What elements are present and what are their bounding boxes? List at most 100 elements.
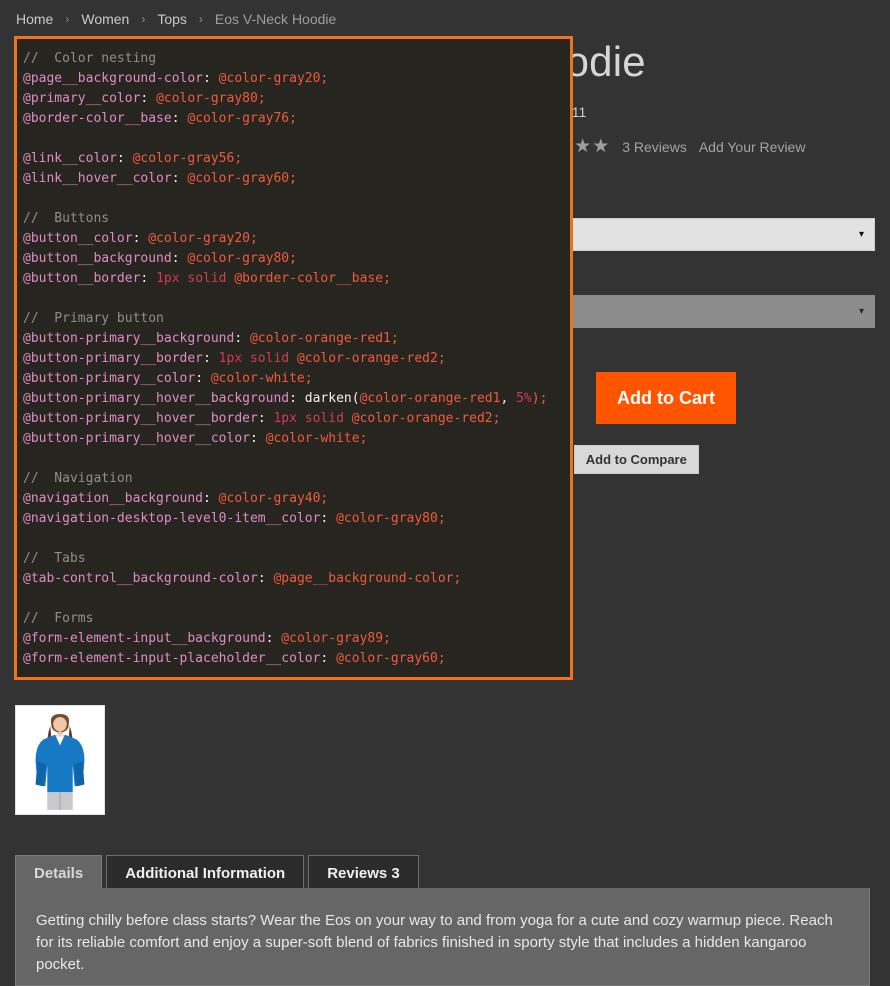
- tab-additional-information[interactable]: Additional Information: [106, 855, 305, 891]
- code-line: @button-primary__border: 1px solid @colo…: [23, 349, 570, 369]
- code-token: ;: [257, 91, 266, 106]
- code-token: @form-element-input__background: [23, 631, 266, 646]
- code-token: ;: [320, 491, 329, 506]
- code-token: @button-primary__hover__color: [23, 431, 250, 446]
- code-token: ;: [437, 351, 446, 366]
- code-token: Buttons: [46, 211, 110, 226]
- add-to-cart-button[interactable]: Add to Cart: [596, 372, 736, 424]
- code-token: ;: [304, 371, 313, 386]
- code-token: :: [320, 511, 337, 526]
- code-token: @page__background-color: [23, 71, 204, 86]
- code-token: @color-gray80: [336, 511, 438, 526]
- details-paragraph: Getting chilly before class starts? Wear…: [36, 912, 833, 973]
- breadcrumb-item-women[interactable]: Women: [79, 10, 131, 28]
- code-token: @navigation__background: [23, 491, 204, 506]
- code-token: @color-gray56: [132, 151, 235, 166]
- code-line: @tab-control__background-color: @page__b…: [23, 569, 570, 589]
- code-token: @navigation-desktop-level0-item__color: [23, 511, 321, 526]
- code-token: @color-gray80: [187, 251, 290, 266]
- code-line: @link__color: @color-gray56;: [23, 149, 570, 169]
- code-token: :: [203, 351, 219, 366]
- code-token: @button-primary__border: [23, 351, 204, 366]
- code-token: @button__color: [23, 231, 133, 246]
- code-token: (: [351, 391, 360, 406]
- code-token: @color-gray89: [281, 631, 384, 646]
- code-line: // Forms: [23, 609, 570, 629]
- code-token: //: [23, 311, 47, 326]
- code-line: @page__background-color: @color-gray20;: [23, 69, 570, 89]
- code-token: :: [289, 391, 305, 406]
- code-token: @color-white: [265, 431, 360, 446]
- code-token: ;: [249, 231, 258, 246]
- product-thumbnail[interactable]: [15, 705, 105, 815]
- code-line: @navigation__background: @color-gray40;: [23, 489, 570, 509]
- code-token: :: [116, 151, 133, 166]
- code-token: @color-gray60: [187, 171, 290, 186]
- code-token: ;: [492, 411, 501, 426]
- code-line: @primary__color: @color-gray80;: [23, 89, 570, 109]
- code-line: @button__border: 1px solid @border-color…: [23, 269, 570, 289]
- code-token: //: [23, 611, 47, 626]
- code-token: @color-orange-red1: [249, 331, 391, 346]
- code-token: @form-element-input-placeholder__color: [23, 651, 321, 666]
- product-tabs: Details Additional Information Reviews 3: [15, 855, 419, 891]
- code-token: :: [203, 71, 219, 86]
- code-token: :: [171, 251, 188, 266]
- code-token: solid: [249, 351, 290, 366]
- code-token: @link__hover__color: [23, 171, 172, 186]
- code-token: :: [249, 431, 266, 446]
- code-line: @button-primary__color: @color-white;: [23, 369, 570, 389]
- code-token: @button-primary__hover__border: [23, 411, 258, 426]
- code-line: @button-primary__hover__background: dark…: [23, 389, 570, 409]
- product-photo-icon: [16, 706, 104, 814]
- code-token: @button-primary__background: [23, 331, 235, 346]
- breadcrumb-item-home[interactable]: Home: [14, 10, 55, 28]
- code-token: @button__background: [23, 251, 172, 266]
- add-your-review-link[interactable]: Add Your Review: [699, 139, 806, 155]
- breadcrumb-separator-icon: ›: [65, 12, 70, 26]
- code-token: ;: [437, 651, 446, 666]
- breadcrumb-item-tops[interactable]: Tops: [155, 10, 189, 28]
- code-token: 1px: [156, 271, 180, 286]
- code-token: :: [195, 371, 211, 386]
- add-to-compare-button[interactable]: Add to Compare: [573, 445, 699, 474]
- code-token: @color-gray60: [336, 651, 438, 666]
- code-token: //: [23, 211, 47, 226]
- code-token: @color-gray20: [148, 231, 250, 246]
- code-token: ;: [453, 571, 462, 586]
- code-token: ): [531, 391, 540, 406]
- code-token: @button__border: [23, 271, 141, 286]
- breadcrumb-separator-icon: ›: [141, 12, 146, 26]
- code-token: ;: [383, 631, 391, 646]
- code-token: //: [23, 51, 47, 66]
- code-token: @button-primary__hover__background: [23, 391, 290, 406]
- code-token: ;: [359, 431, 368, 446]
- code-token: @border-color__base: [23, 111, 172, 126]
- code-token: @color-orange-red2: [351, 411, 493, 426]
- code-token: ;: [289, 251, 297, 266]
- code-token: @color-white: [210, 371, 305, 386]
- star-icon: ★: [592, 136, 611, 157]
- code-token: @page__background-color: [273, 571, 454, 586]
- code-token: Tabs: [46, 551, 86, 566]
- code-token: solid: [304, 411, 344, 426]
- code-token: @color-orange-red1: [359, 391, 501, 406]
- code-token: //: [23, 471, 47, 486]
- code-token: 1px: [273, 411, 297, 426]
- tab-details[interactable]: Details: [15, 855, 103, 891]
- code-line: // Tabs: [23, 549, 570, 569]
- tab-reviews-3[interactable]: Reviews 3: [308, 855, 419, 891]
- code-token: @color-orange-red2: [296, 351, 438, 366]
- code-token: :: [265, 631, 282, 646]
- code-line: @button-primary__hover__color: @color-wh…: [23, 429, 570, 449]
- reviews-link[interactable]: 3 Reviews: [622, 139, 687, 155]
- code-editor-overlay[interactable]: // Color nesting @page__background-color:…: [14, 36, 573, 680]
